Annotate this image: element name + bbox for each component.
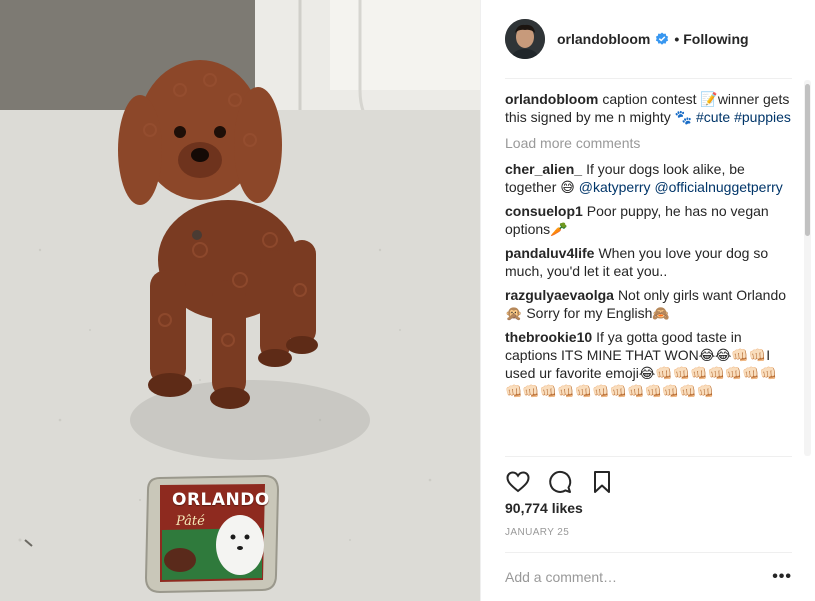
list-item: thebrookie10 If ya gotta good taste in ca… — [505, 328, 792, 400]
comment-input[interactable] — [505, 569, 773, 585]
comment-author[interactable]: razgulyaevaolga — [505, 287, 614, 303]
heart-icon[interactable] — [505, 469, 531, 495]
more-options-icon[interactable]: ••• — [772, 568, 792, 586]
list-item: cher_alien_ If your dogs look alike, be t… — [505, 160, 792, 196]
can-brand-label: ORLANDO — [172, 490, 270, 510]
comment-icon[interactable] — [547, 469, 573, 495]
comment-author[interactable]: thebrookie10 — [505, 329, 592, 345]
can-subtitle: Pâté — [176, 514, 205, 529]
hashtag-link[interactable]: #cute — [696, 109, 730, 125]
avatar[interactable] — [505, 19, 545, 59]
comment-author[interactable]: consuelop1 — [505, 203, 583, 219]
header-username[interactable]: orlandobloom — [557, 31, 650, 47]
scrollbar-thumb[interactable] — [805, 84, 810, 236]
comments-list[interactable]: orlandobloom caption contest 📝winner gets… — [505, 90, 792, 456]
caption: orlandobloom caption contest 📝winner gets… — [505, 90, 792, 126]
comment-author[interactable]: cher_alien_ — [505, 161, 582, 177]
post-date: JANUARY 25 — [505, 527, 570, 538]
list-item: pandaluv4life When you love your dog so m… — [505, 244, 792, 280]
mention-link[interactable]: @katyperry — [579, 179, 651, 195]
header-separator: • — [674, 31, 680, 47]
mention-link[interactable]: @officialnuggetperry — [654, 179, 782, 195]
dog-photo-illustration — [0, 0, 480, 601]
action-bar — [505, 456, 792, 506]
verified-badge-icon — [655, 32, 669, 46]
post-header: orlandobloom • Following — [481, 0, 815, 79]
caption-author[interactable]: orlandobloom — [505, 91, 598, 107]
list-item: razgulyaevaolga Not only girls want Orlan… — [505, 286, 792, 322]
following-button[interactable]: Following — [683, 31, 748, 47]
door-frame — [330, 0, 480, 90]
comment-author[interactable]: pandaluv4life — [505, 245, 594, 261]
instagram-post: ORLANDO Pâté orlandobloom • Following or… — [0, 0, 815, 601]
post-side-panel: orlandobloom • Following orlandobloom cap… — [480, 0, 815, 601]
list-item: consuelop1 Poor puppy, he has no vegan op… — [505, 202, 792, 238]
bookmark-icon[interactable] — [589, 469, 611, 495]
comments-scrollbar[interactable] — [804, 80, 811, 456]
post-photo[interactable]: ORLANDO Pâté — [0, 0, 480, 601]
add-comment-bar: ••• — [505, 552, 792, 601]
hashtag-link[interactable]: #puppies — [734, 109, 791, 125]
load-more-comments-button[interactable]: Load more comments — [505, 134, 792, 152]
avatar-image — [505, 19, 545, 59]
likes-count[interactable]: 90,774 likes — [505, 500, 583, 516]
